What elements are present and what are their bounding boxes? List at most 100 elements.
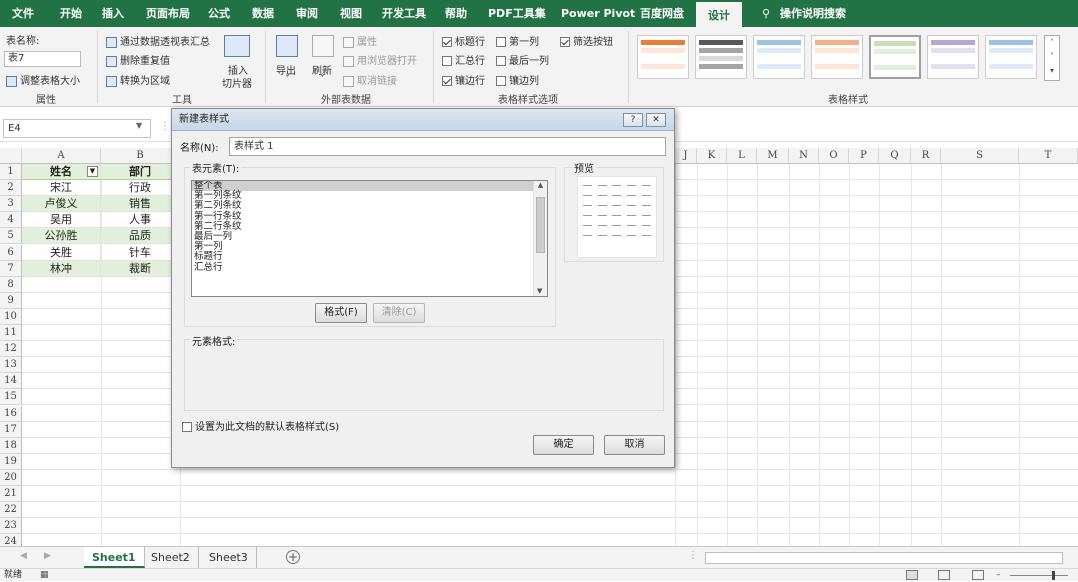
row-header[interactable]: 24	[0, 534, 22, 546]
banded-rows-option[interactable]: 镶边行	[442, 72, 485, 87]
tab-design[interactable]: 设计	[696, 0, 742, 27]
row-header[interactable]: 18	[0, 437, 22, 454]
total-row-checkbox[interactable]	[442, 56, 452, 66]
zoom-slider[interactable]	[1010, 575, 1068, 576]
table-name-input[interactable]: 表7	[4, 51, 81, 67]
table-cell[interactable]: 人事	[101, 212, 180, 229]
scroll-down-icon[interactable]: ▼	[537, 287, 542, 295]
table-cell[interactable]: 关胜	[22, 244, 101, 261]
col-header-n[interactable]: N	[789, 148, 819, 164]
row-header[interactable]: 7	[0, 260, 22, 277]
sheet-tab-1[interactable]: Sheet1	[84, 547, 145, 568]
close-button[interactable]: ✕	[646, 113, 666, 127]
list-item[interactable]: 第二列条纹	[192, 201, 547, 211]
scroll-up-icon[interactable]: ▲	[534, 181, 547, 189]
col-header-p[interactable]: P	[849, 148, 879, 164]
horizontal-scrollbar[interactable]	[705, 552, 1063, 564]
tab-developer[interactable]: 开发工具	[382, 0, 426, 27]
clear-button[interactable]: 清除(C)	[373, 303, 425, 323]
select-all-corner[interactable]	[0, 148, 22, 164]
default-style-checkbox[interactable]	[182, 422, 192, 432]
last-column-option[interactable]: 最后一列	[496, 52, 549, 67]
first-column-option[interactable]: 第一列	[496, 33, 539, 48]
col-header-l[interactable]: L	[727, 148, 757, 164]
table-cell[interactable]: 裁断	[101, 260, 180, 277]
total-row-option[interactable]: 汇总行	[442, 52, 485, 67]
zoom-slider-thumb[interactable]	[1052, 571, 1055, 580]
header-row-option[interactable]: 标题行	[442, 33, 485, 48]
row-header[interactable]: 21	[0, 486, 22, 502]
scroll-right-icon[interactable]: ▶	[44, 551, 51, 561]
tab-insert[interactable]: 插入	[102, 0, 124, 27]
table-cell[interactable]: 行政	[101, 180, 180, 197]
col-header-m[interactable]: M	[757, 148, 789, 164]
row-header[interactable]: 3	[0, 196, 22, 213]
tab-home[interactable]: 开始	[60, 0, 82, 27]
col-header-q[interactable]: Q	[879, 148, 911, 164]
list-item[interactable]: 第一列条纹	[192, 190, 547, 201]
tab-pdf-tools[interactable]: PDF工具集	[488, 0, 546, 27]
tab-data[interactable]: 数据	[252, 0, 274, 27]
tab-power-pivot[interactable]: Power Pivot	[561, 0, 635, 27]
name-box[interactable]: E4	[3, 119, 151, 138]
style-name-input[interactable]: 表样式 1	[229, 137, 666, 156]
row-header[interactable]: 23	[0, 518, 22, 535]
list-item[interactable]: 第一行条纹	[192, 211, 547, 222]
tab-view[interactable]: 视图	[340, 0, 362, 27]
tab-file[interactable]: 文件	[12, 0, 34, 27]
table-cell[interactable]: 林冲	[22, 260, 101, 277]
default-style-option[interactable]: 设置为此文档的默认表格样式(S)	[182, 418, 339, 433]
first-column-checkbox[interactable]	[496, 37, 506, 47]
tab-review[interactable]: 审阅	[296, 0, 318, 27]
tab-help[interactable]: 帮助	[445, 0, 467, 27]
style-swatch-purple[interactable]	[927, 35, 979, 79]
row-header[interactable]: 5	[0, 228, 22, 245]
sheet-tab-2[interactable]: Sheet2	[143, 547, 199, 568]
remove-duplicates-button[interactable]: 删除重复值	[106, 52, 170, 67]
header-row-checkbox[interactable]	[442, 37, 452, 47]
col-header-b[interactable]: B	[101, 148, 180, 164]
list-item[interactable]: 标题行	[192, 252, 547, 262]
banded-columns-checkbox[interactable]	[496, 76, 506, 86]
add-sheet-icon[interactable]: +	[286, 550, 300, 564]
tab-formulas[interactable]: 公式	[208, 0, 230, 27]
row-header[interactable]: 11	[0, 325, 22, 341]
row-header[interactable]: 15	[0, 389, 22, 406]
filter-dropdown-icon[interactable]: ▼	[87, 166, 98, 177]
row-header[interactable]: 19	[0, 453, 22, 470]
style-swatch-gray[interactable]	[695, 35, 747, 79]
style-swatch-green[interactable]	[869, 35, 921, 79]
row-header[interactable]: 10	[0, 308, 22, 325]
scroll-thumb[interactable]	[536, 197, 545, 253]
tab-baidu-netdisk[interactable]: 百度网盘	[640, 0, 684, 27]
filter-button-option[interactable]: 筛选按钮	[560, 33, 613, 48]
row-header[interactable]: 16	[0, 405, 22, 422]
scroll-left-icon[interactable]: ◀	[20, 551, 27, 561]
table-header-name[interactable]: 姓名 ▼	[22, 164, 101, 180]
col-header-t[interactable]: T	[1019, 148, 1078, 164]
table-cell[interactable]: 宋江	[22, 180, 101, 197]
unlink-button[interactable]: 取消链接	[343, 72, 397, 87]
style-swatch-orange[interactable]	[637, 35, 689, 79]
col-header-r[interactable]: R	[911, 148, 941, 164]
table-cell[interactable]: 公孙胜	[22, 228, 101, 245]
list-item[interactable]: 第二行条纹	[192, 221, 547, 232]
list-item[interactable]: 整个表	[192, 181, 547, 192]
list-item[interactable]: 汇总行	[192, 262, 547, 273]
table-elements-list[interactable]: 整个表 第一列条纹 第二列条纹 第一行条纹 第二行条纹 最后一列 第一列 标题行…	[191, 180, 548, 297]
row-header[interactable]: 17	[0, 421, 22, 438]
row-header[interactable]: 12	[0, 341, 22, 358]
col-header-s[interactable]: S	[941, 148, 1019, 164]
col-header-k[interactable]: K	[697, 148, 727, 164]
gallery-scroll[interactable]: ˄ ˅ ▾	[1044, 35, 1060, 81]
table-cell[interactable]: 销售	[101, 196, 180, 213]
banded-rows-checkbox[interactable]	[442, 76, 452, 86]
style-swatch-teal[interactable]	[985, 35, 1037, 79]
row-header[interactable]: 1	[0, 164, 22, 180]
resize-table-button[interactable]: 调整表格大小	[6, 72, 80, 87]
sheet-tab-3[interactable]: Sheet3	[201, 547, 257, 568]
page-layout-view-icon[interactable]	[938, 570, 950, 580]
row-header[interactable]: 4	[0, 212, 22, 229]
row-header[interactable]: 6	[0, 244, 22, 261]
tab-page-layout[interactable]: 页面布局	[146, 0, 190, 27]
